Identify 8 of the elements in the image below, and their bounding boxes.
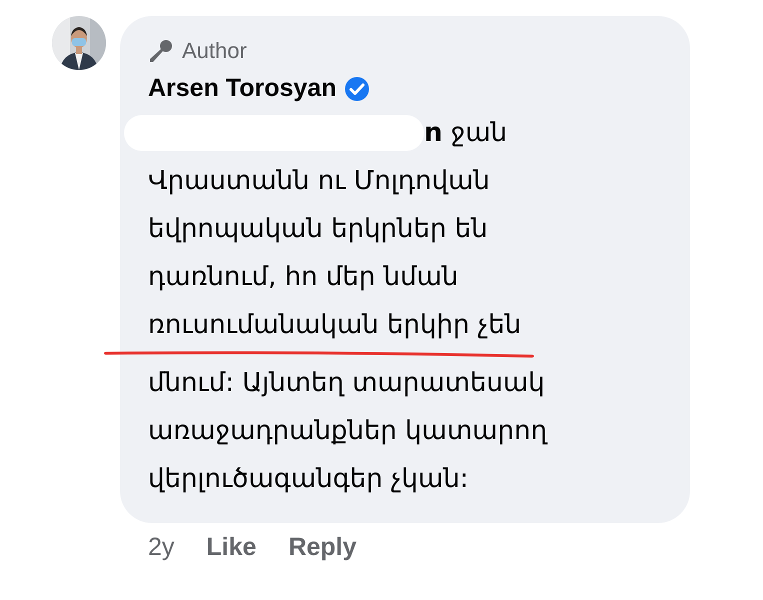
comment-text: մնում: Այնտեղ տարատեսակ առաջադրանքներ կատարող վերլուծագանգեր չկան: [148,367,549,496]
comment-text: n ջան [424,117,508,150]
action-link[interactable]: Reply [288,533,357,562]
comment-time: 2y [148,533,174,562]
author-label: Author [182,38,247,64]
action-link[interactable]: Like [206,533,256,562]
microphone-icon [148,38,174,64]
author-name[interactable]: Arsen Torosyan [148,74,336,103]
